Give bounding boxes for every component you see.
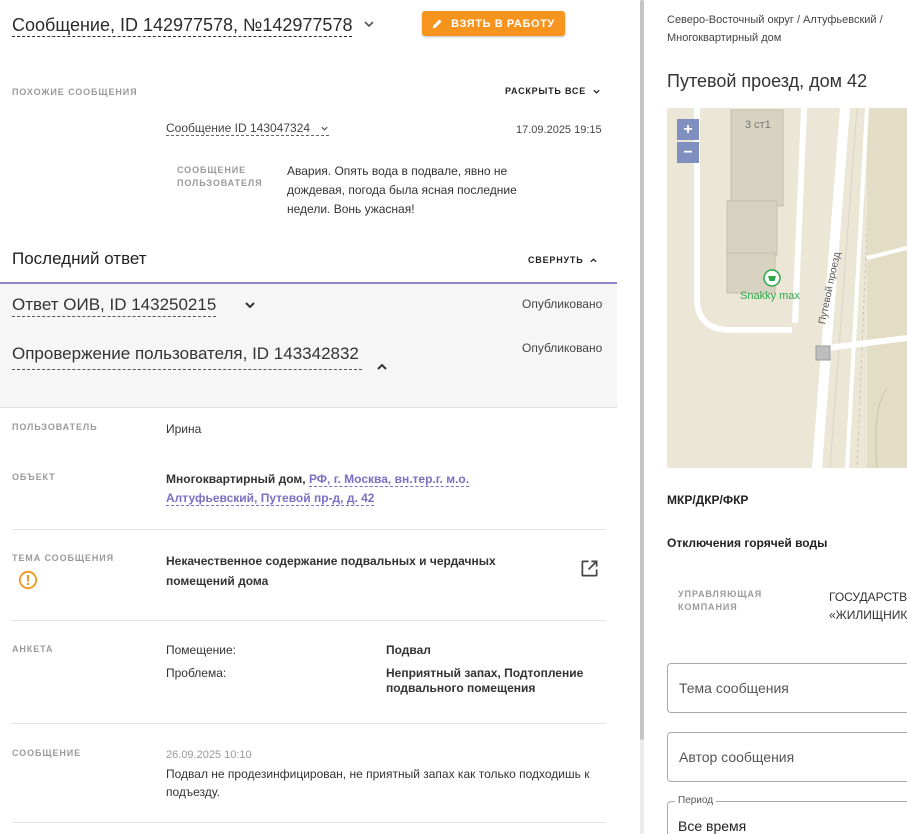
survey-room-value: Подвал <box>386 643 431 657</box>
message-label: СООБЩЕНИЕ <box>12 748 81 758</box>
message-text: Подвал не продезинфицирован, не приятный… <box>166 767 590 799</box>
oiv-status: Опубликовано <box>522 297 603 311</box>
hot-water-status: Отключения горячей воды <box>667 536 828 550</box>
collapse-label: СВЕРНУТЬ <box>528 255 584 265</box>
user-message-label: СООБЩЕНИЕ ПОЛЬЗОВАТЕЛЯ <box>177 165 263 188</box>
chevron-down-icon[interactable] <box>362 17 376 31</box>
chevron-down-icon <box>321 126 328 131</box>
topic-filter-input[interactable]: Тема сообщения <box>667 663 907 713</box>
map-canvas <box>667 108 907 468</box>
collapse-button[interactable]: СВЕРНУТЬ <box>528 255 598 265</box>
object-address-title: Путевой проезд, дом 42 <box>667 71 868 91</box>
management-company-value: ГОСУДАРСТВ «ЖИЛИЩНИК <box>829 588 907 624</box>
survey-problem-label: Проблема: <box>166 666 227 680</box>
divider <box>12 529 606 530</box>
category-label: МКР/ДКР/ФКР <box>667 493 749 507</box>
management-company-label: УПРАВЛЯЮЩАЯ КОМПАНИЯ <box>678 589 763 612</box>
divider <box>12 723 606 724</box>
oiv-answer-title[interactable]: Ответ ОИВ, ID 143250215 <box>12 294 217 317</box>
warning-icon <box>18 570 38 590</box>
building-label: 3 ст1 <box>745 119 771 131</box>
scrollbar-track[interactable] <box>640 740 644 834</box>
map[interactable]: 3 ст1 Snakky max Путевой проезд <box>667 108 907 468</box>
author-filter-input[interactable]: Автор сообщения <box>667 732 907 782</box>
refutation-title[interactable]: Опровержение пользователя, ID 143342832 <box>12 340 362 370</box>
object-label: ОБЪЕКТ <box>12 472 56 482</box>
user-value: Ирина <box>166 422 202 436</box>
divider <box>12 822 606 823</box>
zoom-in-button[interactable]: + <box>677 119 699 140</box>
similar-messages-heading: ПОХОЖИЕ СООБЩЕНИЯ <box>12 87 138 97</box>
similar-message-date: 17.09.2025 19:15 <box>516 124 602 136</box>
breadcrumb: Северо-Восточный округ / Алтуфьевский / … <box>667 14 883 44</box>
management-company-line1: ГОСУДАРСТВ <box>829 590 907 604</box>
take-to-work-button[interactable]: ВЗЯТЬ В РАБОТУ <box>422 11 565 36</box>
management-company-line2: «ЖИЛИЩНИК <box>829 608 907 622</box>
period-value: Все время <box>678 818 747 834</box>
divider <box>12 620 606 621</box>
message-panel: Сообщение, ID 142977578, №142977578 ВЗЯТ… <box>0 0 617 834</box>
poi-label[interactable]: Snakky max <box>740 290 800 302</box>
refutation-status: Опубликовано <box>522 341 603 355</box>
expand-all-label: РАСКРЫТЬ ВСЕ <box>505 86 587 96</box>
expand-all-button[interactable]: РАСКРЫТЬ ВСЕ <box>505 86 601 96</box>
period-label: Период <box>675 795 717 806</box>
chevron-up-icon <box>590 257 598 262</box>
take-to-work-label: ВЗЯТЬ В РАБОТУ <box>451 17 555 30</box>
message-date: 26.09.2025 10:10 <box>166 749 252 761</box>
user-message-text: Авария. Опять вода в подвале, явно не до… <box>287 164 517 216</box>
object-value: Многоквартирный дом, РФ, г. Москва, вн.т… <box>166 470 496 508</box>
chevron-down-icon <box>593 89 600 94</box>
scrollbar-thumb[interactable] <box>640 0 644 740</box>
survey-problem-value: Неприятный запах, Подтопление подвальног… <box>386 666 584 695</box>
chevron-up-icon[interactable] <box>375 360 389 374</box>
object-type: Многоквартирный дом, <box>166 472 306 486</box>
survey-label: АНКЕТА <box>12 644 54 654</box>
pencil-icon <box>433 19 442 29</box>
last-answer-heading: Последний ответ <box>12 249 147 268</box>
survey-room-label: Помещение: <box>166 643 236 657</box>
topic-value: Некачественное содержание подвальных и ч… <box>166 554 496 588</box>
similar-message-label: Сообщение ID 143047324 <box>166 121 311 135</box>
user-label: ПОЛЬЗОВАТЕЛЬ <box>12 422 98 432</box>
external-link-icon[interactable] <box>580 559 599 578</box>
zoom-out-button[interactable]: − <box>677 142 699 163</box>
similar-message-link[interactable]: Сообщение ID 143047324 <box>166 121 330 136</box>
message-title[interactable]: Сообщение, ID 142977578, №142977578 <box>12 14 353 37</box>
chevron-down-icon[interactable] <box>243 298 257 312</box>
topic-label: ТЕМА СООБЩЕНИЯ <box>12 553 114 563</box>
